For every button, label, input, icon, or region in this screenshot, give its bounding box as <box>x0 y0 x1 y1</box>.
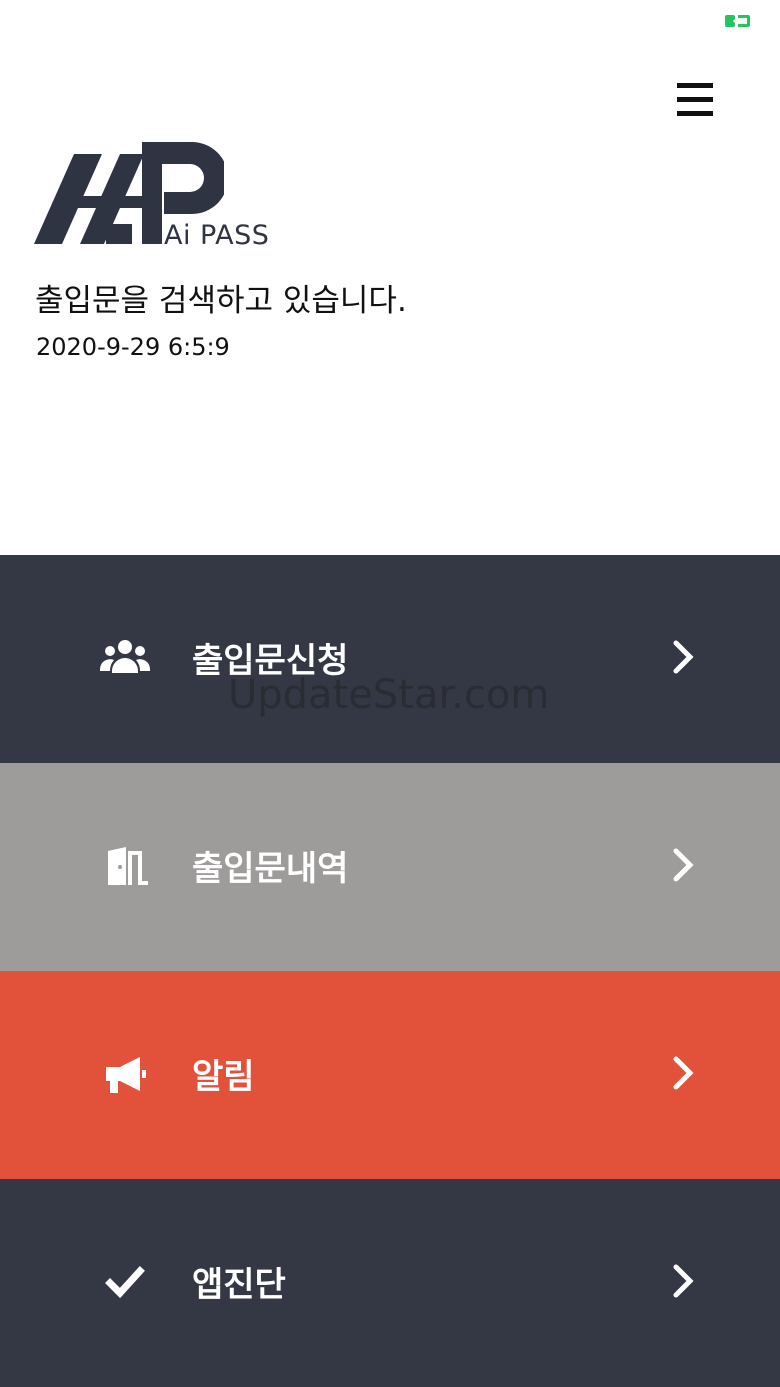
status-message: 출입문을 검색하고 있습니다. <box>35 283 407 319</box>
hamburger-menu-icon[interactable] <box>675 80 715 120</box>
main-menu: 출입문신청 출입문내역 알림 앱진단 <box>0 555 780 1387</box>
checkmark-icon <box>105 1266 145 1299</box>
door-icon <box>104 847 148 885</box>
chevron-right-icon <box>673 848 694 882</box>
menu-item-app-diagnosis[interactable]: 앱진단 <box>0 1179 780 1387</box>
logo-text: Ai PASS <box>164 220 270 251</box>
menu-item-label: 알림 <box>192 1057 255 1097</box>
menu-item-label: 앱진단 <box>192 1265 286 1305</box>
menu-item-label: 출입문신청 <box>192 641 349 681</box>
menu-item-gate-history[interactable]: 출입문내역 <box>0 763 780 971</box>
users-icon <box>100 640 150 673</box>
chevron-right-icon <box>673 1264 694 1298</box>
chevron-right-icon <box>673 640 694 674</box>
megaphone-icon <box>106 1057 146 1093</box>
timestamp: 2020-9-29 6:5:9 <box>36 333 230 361</box>
menu-item-notifications[interactable]: 알림 <box>0 971 780 1179</box>
chevron-right-icon <box>673 1056 694 1090</box>
menu-item-label: 출입문내역 <box>192 849 349 889</box>
battery-icon <box>725 15 750 27</box>
menu-item-gate-request[interactable]: 출입문신청 <box>0 555 780 763</box>
app-logo: Ai PASS <box>34 140 294 251</box>
